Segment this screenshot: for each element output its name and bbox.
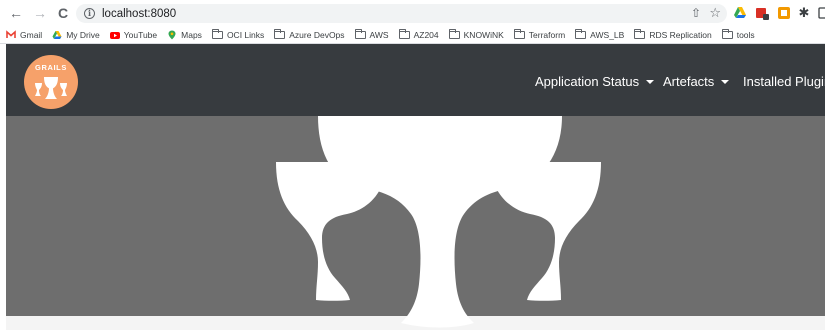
caret-down-icon [646, 79, 655, 84]
bookmark-folder-tools[interactable]: tools [721, 28, 755, 40]
bookmark-label: AZ204 [413, 29, 439, 40]
back-icon[interactable]: ← [8, 4, 24, 22]
bookmark-folder-rds-replication[interactable]: RDS Replication [634, 28, 712, 40]
menu-label: Artefacts [663, 74, 715, 89]
bookmark-label: RDS Replication [649, 29, 712, 40]
youtube-icon [109, 31, 120, 39]
bookmark-label: AWS [369, 29, 389, 40]
bookmark-folder-azure-devops[interactable]: Azure DevOps [274, 28, 345, 40]
folder-icon [211, 28, 223, 39]
bookmark-label: Terraform [528, 29, 566, 40]
url-text[interactable]: localhost:8080 [102, 8, 176, 20]
extension-red-icon[interactable] [755, 6, 769, 20]
side-panel-icon[interactable] [816, 6, 825, 20]
folder-icon [448, 28, 460, 39]
bookmark-label: OCI Links [226, 29, 265, 40]
bookmark-folder-aws-lb[interactable]: AWS_LB [575, 28, 625, 40]
gmail-icon [6, 29, 16, 38]
address-bar[interactable]: i localhost:8080 ⇧ ☆ [76, 4, 727, 23]
extensions-puzzle-icon[interactable]: ✱ [797, 6, 811, 20]
grails-logo[interactable]: GRAILS [24, 55, 78, 109]
menu-artefacts[interactable]: Artefacts [663, 74, 730, 89]
menu-installed-plugins[interactable]: Installed Plugins [743, 74, 825, 89]
share-icon[interactable]: ⇧ [691, 6, 701, 20]
grails-cup-icon [35, 77, 67, 99]
menu-label: Application Status [535, 74, 640, 89]
bookmark-label: YouTube [123, 29, 158, 40]
bookmark-folder-oci-links[interactable]: OCI Links [211, 28, 265, 40]
page: ← → C i localhost:8080 ⇧ ☆ ✱ Gmail My Dr… [0, 0, 825, 330]
bookmark-maps[interactable]: Maps [167, 30, 202, 40]
reload-icon[interactable]: C [55, 4, 71, 22]
grails-hero-illustration [276, 116, 601, 328]
folder-icon [721, 28, 733, 39]
bookmark-folder-aws[interactable]: AWS [354, 28, 389, 40]
bookmark-label: Gmail [20, 29, 43, 40]
bookmark-gmail[interactable]: Gmail [6, 30, 42, 40]
bookmark-label: My Drive [66, 29, 100, 40]
folder-icon [634, 28, 646, 39]
drive-extension-icon[interactable] [733, 6, 747, 20]
folder-icon [274, 28, 286, 39]
forward-icon[interactable]: → [32, 4, 48, 22]
bookmark-folder-az204[interactable]: AZ204 [398, 28, 439, 40]
folder-icon [575, 28, 587, 39]
bookmark-folder-knowink[interactable]: KNOWiNK [448, 28, 504, 40]
menu-label: Installed Plugins [743, 74, 825, 89]
bookmark-label: AWS_LB [590, 29, 625, 40]
site-info-icon[interactable]: i [84, 8, 95, 19]
app-navbar: GRAILS Application Status Artefacts Inst… [6, 44, 825, 116]
bookmark-star-icon[interactable]: ☆ [709, 5, 721, 21]
bookmark-youtube[interactable]: YouTube [109, 29, 158, 40]
bookmark-label: tools [736, 29, 755, 40]
bookmark-label: Azure DevOps [289, 29, 345, 40]
caret-down-icon [721, 79, 730, 84]
extension-orange-icon[interactable] [777, 6, 791, 20]
folder-icon [513, 28, 525, 39]
maps-icon [168, 30, 176, 39]
browser-toolbar: ← → C i localhost:8080 ⇧ ☆ ✱ [0, 0, 825, 26]
drive-icon [52, 30, 62, 39]
bookmarks-bar: Gmail My Drive YouTube Maps OCI Links Az… [0, 26, 825, 44]
bookmark-label: Maps [181, 29, 202, 40]
folder-icon [354, 28, 366, 39]
menu-application-status[interactable]: Application Status [535, 74, 655, 89]
folder-icon [398, 28, 410, 39]
bookmark-label: KNOWiNK [463, 29, 504, 40]
bookmark-folder-terraform[interactable]: Terraform [513, 28, 566, 40]
bookmark-my-drive[interactable]: My Drive [52, 30, 100, 40]
